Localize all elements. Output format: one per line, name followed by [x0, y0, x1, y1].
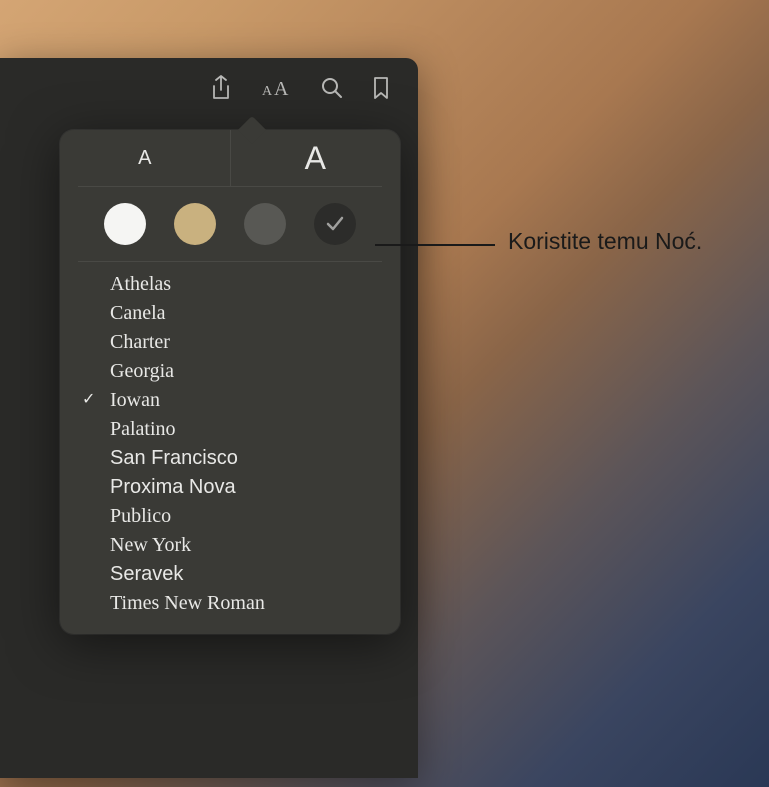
font-size-row: A A	[60, 130, 400, 186]
callout-line	[375, 244, 495, 246]
theme-swatch-gray[interactable]	[244, 203, 286, 245]
font-item[interactable]: Palatino	[60, 415, 400, 444]
font-item[interactable]: Georgia	[60, 357, 400, 386]
font-item[interactable]: Proxima Nova	[60, 473, 400, 502]
theme-swatch-sepia[interactable]	[174, 203, 216, 245]
checkmark-icon	[324, 213, 346, 235]
appearance-popover: A A AthelasCanelaCharterGeorgiaIowanPala…	[60, 130, 400, 634]
theme-swatch-white[interactable]	[104, 203, 146, 245]
font-item[interactable]: Canela	[60, 299, 400, 328]
search-icon[interactable]	[320, 76, 344, 100]
font-list: AthelasCanelaCharterGeorgiaIowanPalatino…	[60, 262, 400, 618]
appearance-icon[interactable]: A A	[260, 77, 292, 99]
font-item[interactable]: Seravek	[60, 560, 400, 589]
svg-text:A: A	[274, 78, 289, 99]
theme-row	[60, 187, 400, 261]
font-item[interactable]: San Francisco	[60, 444, 400, 473]
font-item[interactable]: Athelas	[60, 270, 400, 299]
font-item[interactable]: Publico	[60, 502, 400, 531]
toolbar: A A	[0, 58, 418, 118]
callout-text: Koristite temu Noć.	[508, 228, 702, 255]
decrease-font-button[interactable]: A	[60, 130, 231, 186]
font-item[interactable]: Charter	[60, 328, 400, 357]
share-icon[interactable]	[210, 75, 232, 101]
font-item[interactable]: New York	[60, 531, 400, 560]
font-item[interactable]: Iowan	[60, 386, 400, 415]
font-item[interactable]: Times New Roman	[60, 589, 400, 618]
svg-text:A: A	[262, 84, 273, 99]
theme-swatch-night[interactable]	[314, 203, 356, 245]
increase-font-button[interactable]: A	[231, 130, 401, 186]
bookmark-icon[interactable]	[372, 76, 390, 100]
